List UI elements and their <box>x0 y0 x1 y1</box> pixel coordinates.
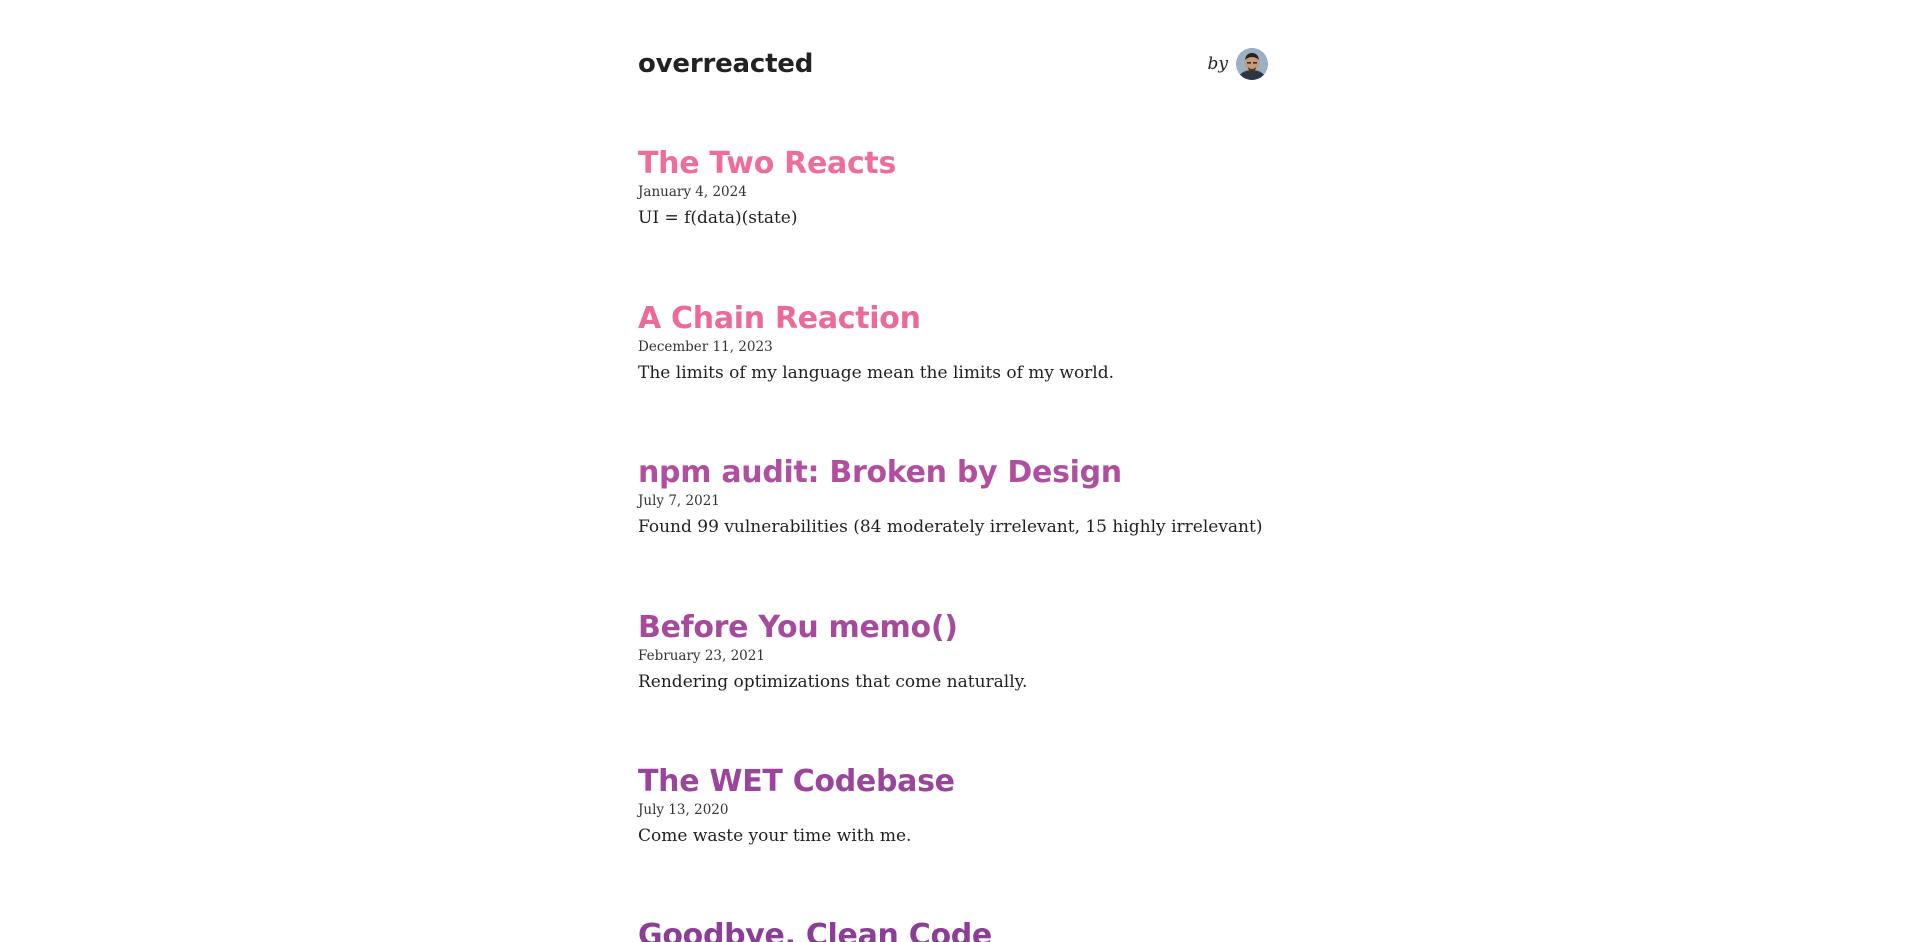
post-spoiler: Come waste your time with me. <box>638 826 912 846</box>
author-avatar[interactable] <box>1236 48 1268 80</box>
post-spoiler: The limits of my language mean the limit… <box>638 363 1115 383</box>
post-date: July 7, 2021 <box>638 493 720 509</box>
post-item: Before You memo() February 23, 2021 Rend… <box>638 610 1268 694</box>
post-title-link[interactable]: The WET Codebase <box>638 764 955 800</box>
post-title-link[interactable]: npm audit: Broken by Design <box>638 455 1122 491</box>
site-title-link[interactable]: overreacted <box>638 49 813 79</box>
post-title-link[interactable]: The Two Reacts <box>638 146 896 182</box>
site-header: overreacted by <box>638 44 1268 84</box>
post-item: Goodbye, Clean Code <box>638 918 1268 942</box>
post-date: February 23, 2021 <box>638 648 765 664</box>
page: overreacted by The Two Reacts January 4,… <box>0 0 1905 942</box>
post-spoiler: Rendering optimizations that come natura… <box>638 672 1028 692</box>
post-date: July 13, 2020 <box>638 802 729 818</box>
post-item: The Two Reacts January 4, 2024 UI = f(da… <box>638 146 1268 230</box>
post-date: December 11, 2023 <box>638 339 773 355</box>
avatar-portrait-icon <box>1236 48 1268 80</box>
post-item: The WET Codebase July 13, 2020 Come wast… <box>638 764 1268 848</box>
post-date: January 4, 2024 <box>638 184 747 200</box>
by-label: by <box>1207 54 1229 74</box>
post-title-link[interactable]: Goodbye, Clean Code <box>638 918 992 942</box>
post-title-link[interactable]: A Chain Reaction <box>638 301 921 337</box>
post-item: npm audit: Broken by Design July 7, 2021… <box>638 455 1268 539</box>
author-info: by <box>1207 48 1268 80</box>
post-item: A Chain Reaction December 11, 2023 The l… <box>638 301 1268 385</box>
post-spoiler: Found 99 vulnerabilities (84 moderately … <box>638 517 1263 537</box>
post-title-link[interactable]: Before You memo() <box>638 610 958 646</box>
post-spoiler: UI = f(data)(state) <box>638 208 798 228</box>
